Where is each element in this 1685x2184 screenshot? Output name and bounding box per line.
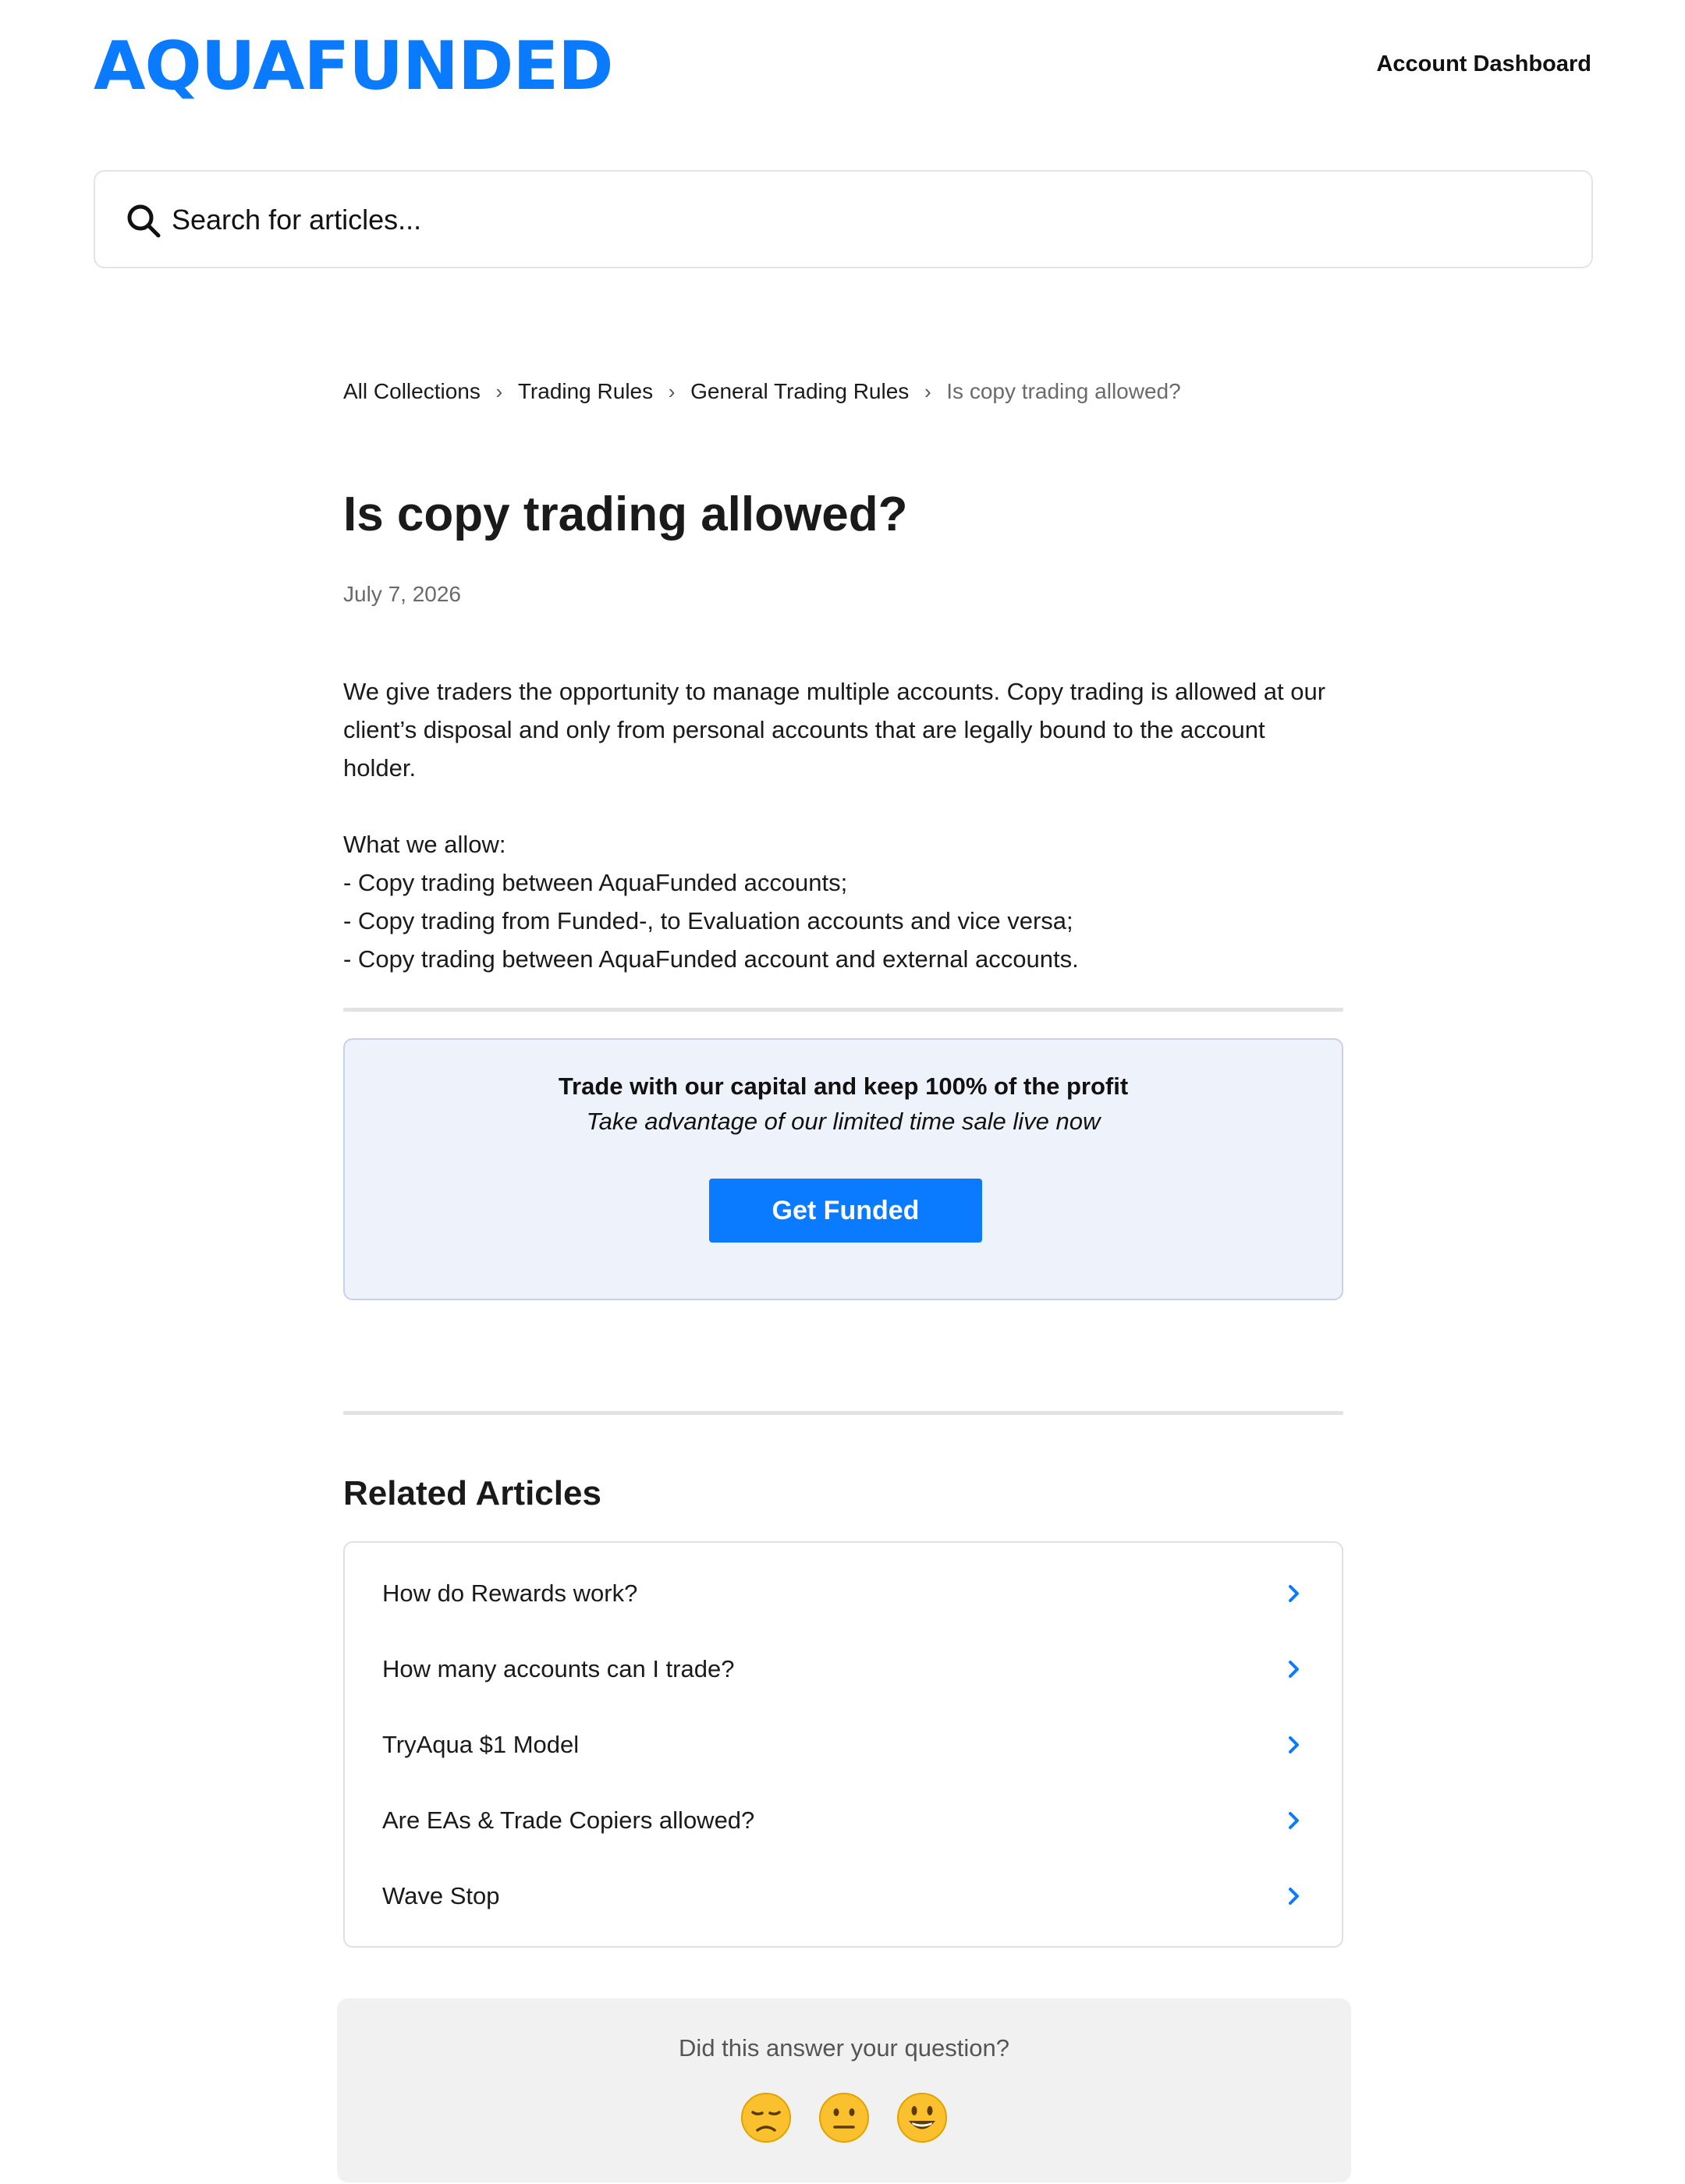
allow-item: - Copy trading between AquaFunded accoun… xyxy=(343,945,1079,973)
breadcrumb-general-trading-rules[interactable]: General Trading Rules xyxy=(690,379,909,404)
related-article-item[interactable]: Are EAs & Trade Copiers allowed? xyxy=(345,1782,1342,1858)
related-articles-title: Related Articles xyxy=(343,1474,601,1512)
divider xyxy=(343,1008,1343,1012)
related-article-label: How many accounts can I trade? xyxy=(382,1654,735,1682)
related-article-item[interactable]: How many accounts can I trade? xyxy=(345,1631,1342,1707)
promo-title: Trade with our capital and keep 100% of … xyxy=(558,1072,1129,1100)
divider xyxy=(343,1411,1343,1415)
promo-banner: Trade with our capital and keep 100% of … xyxy=(343,1038,1343,1300)
related-article-label: How do Rewards work? xyxy=(382,1579,638,1607)
breadcrumb-separator: › xyxy=(495,379,503,403)
chevron-right-icon xyxy=(1289,1661,1299,1678)
brand-logo[interactable]: AQUAFUNDED xyxy=(94,31,613,101)
chevron-right-icon xyxy=(1289,1736,1299,1753)
chevron-right-icon xyxy=(1289,1888,1299,1905)
search-bar[interactable] xyxy=(94,170,1593,268)
site-header: AQUAFUNDED Account Dashboard xyxy=(94,31,1591,101)
chevron-right-icon xyxy=(1289,1585,1299,1602)
allow-item: - Copy trading between AquaFunded accoun… xyxy=(343,869,848,896)
get-funded-button[interactable]: Get Funded xyxy=(709,1179,982,1243)
feedback-panel: Did this answer your question? xyxy=(337,1998,1351,2182)
account-dashboard-link[interactable]: Account Dashboard xyxy=(1376,51,1591,77)
disappointed-face-icon[interactable] xyxy=(740,2092,792,2143)
promo-subtitle: Take advantage of our limited time sale … xyxy=(586,1108,1101,1135)
related-article-label: TryAqua $1 Model xyxy=(382,1730,580,1758)
breadcrumb-separator: › xyxy=(924,379,931,403)
related-article-item[interactable]: TryAqua $1 Model xyxy=(345,1707,1342,1782)
smiley-face-icon[interactable] xyxy=(896,2092,948,2143)
chevron-right-icon xyxy=(1289,1812,1299,1829)
article-content: All Collections › Trading Rules › Genera… xyxy=(343,374,1343,1948)
related-article-label: Wave Stop xyxy=(382,1881,500,1909)
feedback-question: Did this answer your question? xyxy=(679,2034,1009,2062)
related-articles-list: How do Rewards work? How many accounts c… xyxy=(343,1541,1343,1948)
breadcrumb-trading-rules[interactable]: Trading Rules xyxy=(518,379,653,404)
breadcrumb-all-collections[interactable]: All Collections xyxy=(343,379,481,404)
neutral-face-icon[interactable] xyxy=(818,2092,870,2143)
breadcrumb: All Collections › Trading Rules › Genera… xyxy=(343,374,1343,409)
related-article-label: Are EAs & Trade Copiers allowed? xyxy=(382,1806,755,1834)
breadcrumb-separator: › xyxy=(668,379,676,403)
allow-heading: What we allow: xyxy=(343,831,506,858)
related-article-item[interactable]: How do Rewards work? xyxy=(345,1555,1342,1631)
feedback-reactions xyxy=(337,2092,1351,2143)
search-icon xyxy=(127,204,161,238)
article-paragraph: We give traders the opportunity to manag… xyxy=(343,678,1326,782)
allow-item: - Copy trading from Funded-, to Evaluati… xyxy=(343,907,1073,934)
article-date: July 7, 2026 xyxy=(343,582,461,606)
related-article-item[interactable]: Wave Stop xyxy=(345,1858,1342,1934)
search-input[interactable] xyxy=(172,195,1560,245)
page-title: Is copy trading allowed? xyxy=(343,488,908,541)
article-body: We give traders the opportunity to manag… xyxy=(343,672,1343,978)
breadcrumb-current: Is copy trading allowed? xyxy=(946,379,1181,403)
